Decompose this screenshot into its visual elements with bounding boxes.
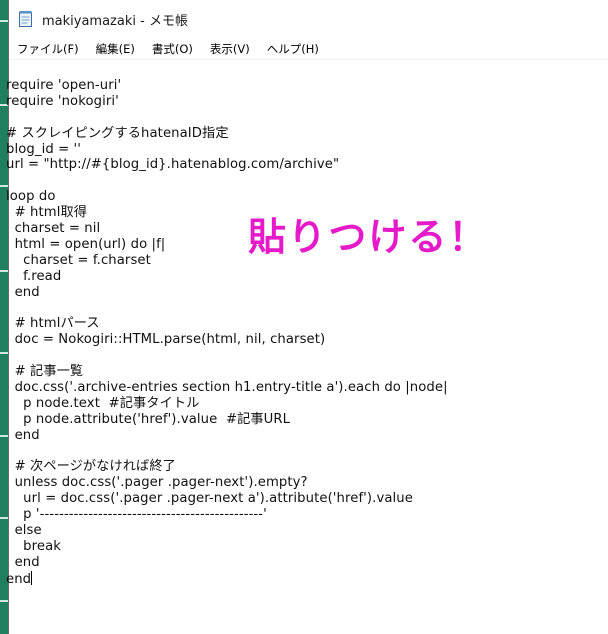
code-line: blog_id = '' [6,141,81,157]
code-line: url = doc.css('.pager .pager-next a').at… [6,491,413,507]
code-line: loop do [6,189,56,205]
code-line: end [6,427,40,443]
code-line: p node.text #記事タイトル [6,395,200,411]
menu-format[interactable]: 書式(O) [150,40,195,58]
menu-view[interactable]: 表示(V) [208,40,252,58]
code-line: p '-------------------------------------… [6,507,267,523]
code-line: end [6,554,40,570]
code-line: # 次ページがなければ終了 [6,459,176,475]
code-line: doc = Nokogiri::HTML.parse(html, nil, ch… [6,332,326,348]
code-line: break [6,538,62,554]
text-editor[interactable]: require 'open-uri' require 'nokogiri' # … [6,78,596,634]
code-line: require 'open-uri' [6,78,122,93]
menu-help[interactable]: ヘルプ(H) [265,40,321,58]
code-line: else [6,522,42,538]
code-line-last: end [6,570,596,587]
menu-bar: ファイル(F) 編集(E) 書式(O) 表示(V) ヘルプ(H) [9,38,608,60]
code-line: # htmlパース [6,316,100,332]
code-line: doc.css('.archive-entries section h1.ent… [6,379,448,395]
desktop-mark [0,20,8,22]
window-title: makiyamazaki - メモ帳 [42,13,188,29]
paste-annotation: 貼りつける！ [248,215,489,259]
code-line: unless doc.css('.pager .pager-next').emp… [6,475,308,491]
menu-file[interactable]: ファイル(F) [15,40,81,58]
notepad-icon[interactable] [18,10,34,28]
menu-edit[interactable]: 編集(E) [94,40,137,58]
code-line: end [6,284,40,300]
code-line: # 記事一覧 [6,364,84,380]
code-line: # スクレイピングするhatenaID指定 [6,125,229,141]
code-line: require 'nokogiri' [6,93,119,109]
title-bar[interactable]: makiyamazaki - メモ帳 [9,0,608,38]
code-line: p node.attribute('href').value #記事URL [6,411,291,427]
code-line: f.read [6,268,62,284]
code-line-text: end [6,571,32,587]
text-caret [31,570,33,585]
code-line: url = "http://#{blog_id}.hatenablog.com/… [6,157,340,173]
